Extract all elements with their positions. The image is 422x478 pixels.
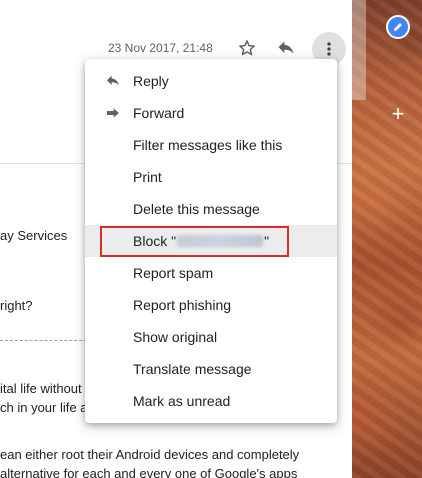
highlight-annotation [100,226,289,257]
plus-icon[interactable]: + [388,103,408,125]
menu-item-forward[interactable]: Forward [85,97,337,129]
menu-item-label: Print [133,169,162,185]
menu-item-label: Report spam [133,265,214,281]
message-date: 23 Nov 2017, 21:48 [108,41,213,55]
reply-icon [105,73,121,89]
forward-icon [105,105,121,121]
body-text: right? [0,298,33,313]
menu-item-label: Translate message [133,361,252,377]
menu-item-label: Reply [133,73,169,89]
menu-item-label: Filter messages like this [133,137,283,153]
menu-item-report-spam[interactable]: Report spam [85,257,337,289]
body-text: ch in your life a [0,400,88,415]
reply-icon[interactable] [274,36,298,60]
body-text: ital life without [0,381,82,396]
pencil-icon[interactable] [386,15,410,39]
menu-item-filter[interactable]: Filter messages like this [85,129,337,161]
menu-item-print[interactable]: Print [85,161,337,193]
menu-item-delete[interactable]: Delete this message [85,193,337,225]
menu-item-label: Show original [133,329,218,345]
body-text: alternative for each and every one of Go… [0,466,298,478]
body-text: ay Services [0,228,68,243]
menu-item-reply[interactable]: Reply [85,65,337,97]
star-icon[interactable] [235,36,259,60]
menu-item-label: Forward [133,105,185,121]
body-text: ean either root their Android devices an… [0,447,300,462]
menu-item-report-phishing[interactable]: Report phishing [85,289,337,321]
menu-item-label: Mark as unread [133,393,231,409]
scrollbar[interactable] [352,0,366,100]
body-divider [0,340,92,341]
menu-item-label: Delete this message [133,201,260,217]
menu-item-translate[interactable]: Translate message [85,353,337,385]
menu-item-show-original[interactable]: Show original [85,321,337,353]
menu-item-mark-unread[interactable]: Mark as unread [85,385,337,417]
menu-item-label: Report phishing [133,297,232,313]
